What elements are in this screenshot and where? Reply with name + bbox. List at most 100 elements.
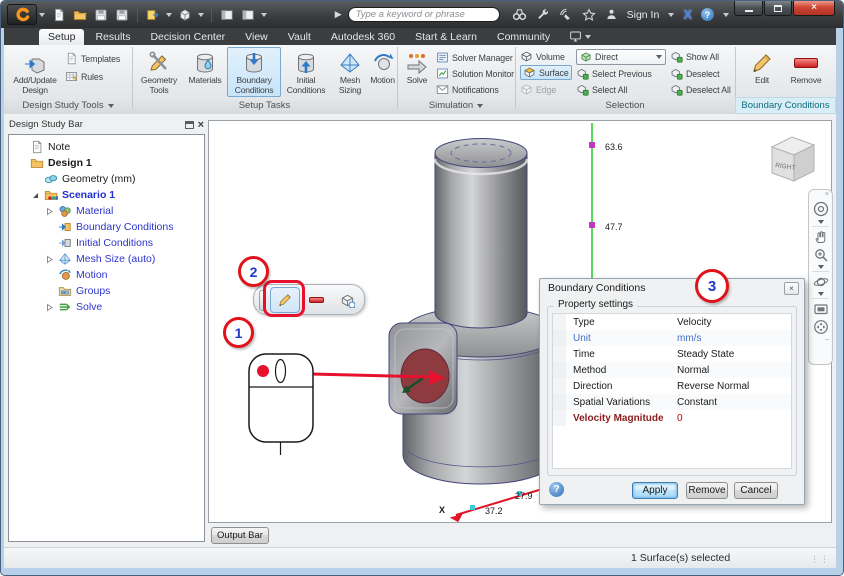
boundary-conditions-button[interactable]: Boundary Conditions [227, 47, 281, 97]
dialog-close-icon[interactable]: × [784, 282, 799, 295]
selection-mode-dropdown[interactable]: Direct [576, 49, 666, 65]
tree-item-mesh-size[interactable]: Mesh Size (auto) [9, 251, 204, 267]
import-caret-icon[interactable] [166, 13, 172, 17]
save-icon[interactable] [93, 7, 109, 23]
subscription-wrench-icon[interactable] [536, 8, 550, 22]
output-bar-toggle-icon[interactable] [240, 7, 256, 23]
motion-button[interactable]: Motion [368, 47, 397, 97]
qat-customize-caret-icon[interactable] [261, 13, 267, 17]
expander-collapsed-icon[interactable] [45, 303, 54, 312]
toolbar-grip-handle[interactable] [259, 290, 266, 311]
app-menu-caret-icon[interactable] [39, 13, 45, 17]
new-file-icon[interactable] [51, 7, 67, 23]
tab-vault[interactable]: Vault [279, 29, 320, 45]
tree-item-solve[interactable]: Solve [9, 299, 204, 315]
initial-conditions-button[interactable]: Initial Conditions [283, 47, 329, 97]
design-study-bar-toggle-icon[interactable] [219, 7, 235, 23]
tree-item-groups[interactable]: Groups [9, 283, 204, 299]
search-binoculars-icon[interactable] [512, 7, 527, 22]
expander-collapsed-icon[interactable] [45, 255, 54, 264]
property-row-time[interactable]: TimeSteady State [553, 346, 791, 362]
float-panel-icon[interactable] [185, 121, 194, 129]
communication-center-icon[interactable] [559, 8, 573, 22]
save-as-icon[interactable] [114, 7, 130, 23]
tab-setup[interactable]: Setup [39, 29, 84, 45]
search-expand-arrow-icon[interactable]: ▶ [335, 9, 342, 20]
pan-hand-icon[interactable] [813, 229, 829, 245]
tab-extra-menu[interactable] [561, 30, 599, 45]
property-row-type[interactable]: TypeVelocity [553, 314, 791, 330]
navbar-caret-icon[interactable] [818, 220, 824, 224]
model-3d[interactable] [389, 139, 559, 485]
orbit-caret-icon[interactable] [818, 292, 824, 296]
solution-monitor-button[interactable]: Solution Monitor [436, 66, 514, 81]
property-row-unit[interactable]: Unitmm/s [553, 330, 791, 346]
zoom-caret-icon[interactable] [818, 265, 824, 269]
exchange-apps-icon[interactable]: X [683, 7, 692, 22]
add-update-design-button[interactable]: Add/Update Design [9, 47, 61, 97]
select-surface-toggle[interactable]: Surface [520, 65, 572, 80]
model-view-icon[interactable] [177, 7, 193, 23]
view-cube[interactable]: RIGHT [762, 129, 822, 191]
model-view-caret-icon[interactable] [198, 13, 204, 17]
dialog-help-icon[interactable]: ? [549, 482, 564, 497]
maximize-button[interactable] [764, 1, 792, 16]
orbit-icon[interactable] [813, 274, 829, 290]
tab-start-learn[interactable]: Start & Learn [406, 29, 486, 45]
apply-button[interactable]: Apply [632, 482, 678, 499]
tree-item-material[interactable]: Material [9, 203, 204, 219]
open-file-icon[interactable] [72, 7, 88, 23]
tree-item-design[interactable]: Design 1 [9, 155, 204, 171]
edit-boundary-mini-button[interactable] [270, 287, 300, 313]
user-icon[interactable] [605, 8, 618, 21]
property-row-direction[interactable]: DirectionReverse Normal [553, 378, 791, 394]
minimize-button[interactable] [734, 1, 763, 16]
output-bar-button[interactable]: Output Bar [211, 527, 269, 544]
solve-button[interactable]: Solve [401, 47, 433, 97]
full-navigation-icon[interactable] [813, 319, 829, 335]
property-row-spatial-variations[interactable]: Spatial VariationsConstant [553, 394, 791, 410]
tree-item-note[interactable]: Note [9, 139, 204, 155]
deselect-all-button[interactable]: Deselect All [670, 82, 731, 97]
edit-selection-mini-button[interactable] [333, 288, 361, 312]
help-icon[interactable]: ? [701, 8, 714, 21]
tab-autodesk-360[interactable]: Autodesk 360 [322, 29, 404, 45]
property-row-velocity-magnitude[interactable]: Velocity Magnitude0 [553, 410, 791, 426]
search-input[interactable]: Type a keyword or phrase [348, 7, 500, 22]
edit-boundary-condition-button[interactable]: Edit [745, 47, 779, 97]
tab-view[interactable]: View [236, 29, 277, 45]
tab-community[interactable]: Community [488, 29, 559, 45]
navbar-close-icon[interactable]: × [825, 192, 829, 198]
remove-button[interactable]: Remove [686, 482, 728, 499]
application-menu-button[interactable] [7, 4, 37, 25]
close-button[interactable]: × [793, 1, 835, 16]
rules-button[interactable]: Rules [65, 69, 103, 84]
cancel-button[interactable]: Cancel [734, 482, 778, 499]
notifications-button[interactable]: Notifications [436, 82, 499, 97]
materials-button[interactable]: Materials [185, 47, 225, 97]
show-all-button[interactable]: Show All [670, 49, 719, 64]
sign-in-caret-icon[interactable] [668, 13, 674, 17]
navbar-minimize-icon[interactable]: – [825, 337, 829, 343]
tree-item-boundary-conditions[interactable]: Boundary Conditions [9, 219, 204, 235]
select-previous-button[interactable]: Select Previous [576, 66, 652, 81]
panel-design-study-tools[interactable]: Design Study Tools [4, 98, 132, 113]
tree-item-scenario[interactable]: Scenario 1 [9, 187, 204, 203]
deselect-button[interactable]: Deselect [670, 66, 719, 81]
panel-simulation[interactable]: Simulation [397, 98, 515, 113]
favorites-star-icon[interactable] [582, 8, 596, 22]
select-volume-toggle[interactable]: Volume [520, 49, 572, 64]
look-at-icon[interactable] [813, 301, 829, 317]
tree-item-motion[interactable]: Motion [9, 267, 204, 283]
close-panel-icon[interactable]: × [198, 120, 204, 130]
zoom-icon[interactable] [813, 247, 829, 263]
property-row-method[interactable]: MethodNormal [553, 362, 791, 378]
remove-boundary-mini-button[interactable] [303, 288, 330, 312]
remove-boundary-condition-button[interactable]: Remove [783, 47, 829, 97]
templates-button[interactable]: Templates [65, 51, 120, 66]
help-caret-icon[interactable] [723, 13, 729, 17]
tab-decision-center[interactable]: Decision Center [141, 29, 234, 45]
tree-item-initial-conditions[interactable]: Initial Conditions [9, 235, 204, 251]
resize-grip[interactable]: ⋮⋮ [810, 554, 830, 565]
select-all-button[interactable]: Select All [576, 82, 627, 97]
